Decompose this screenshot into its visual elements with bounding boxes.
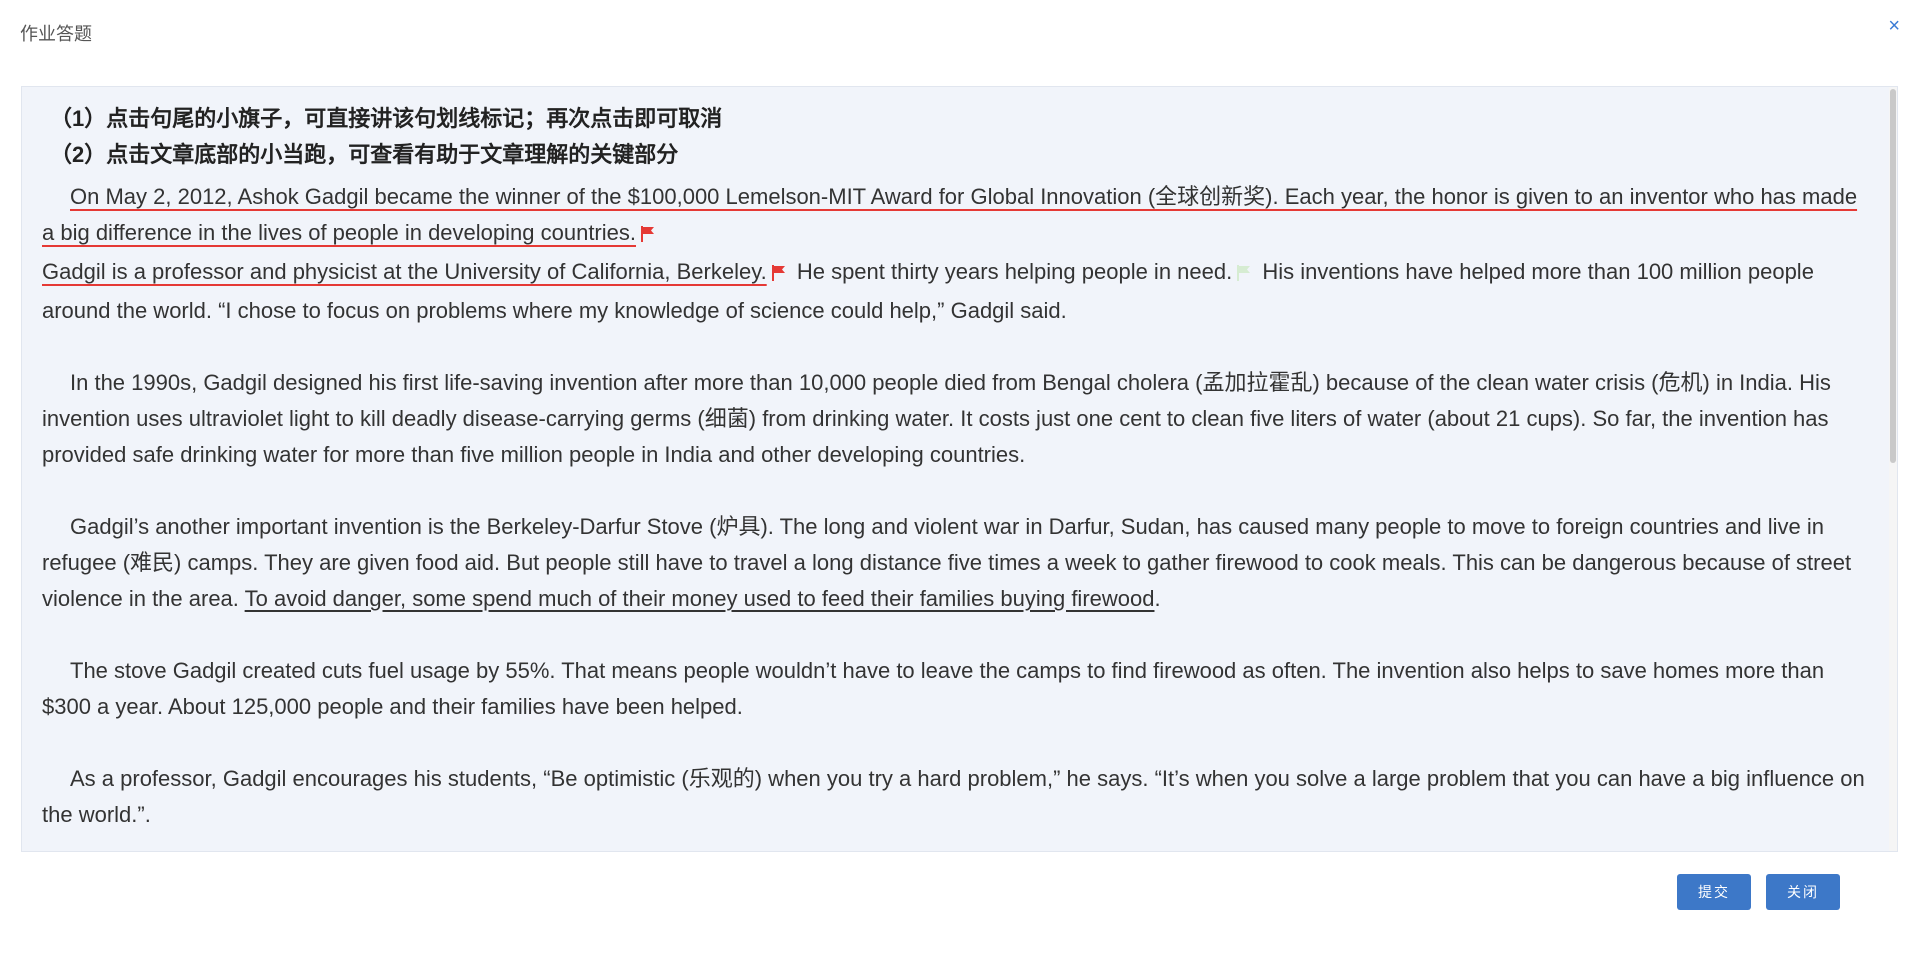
paragraph-2: In the 1990s, Gadgil designed his first …	[42, 370, 1831, 467]
submit-button[interactable]: 提交	[1677, 874, 1751, 910]
green-flag-icon[interactable]	[1236, 257, 1252, 293]
sentence-marked[interactable]: Gadgil is a professor and physicist at t…	[42, 259, 767, 284]
close-button[interactable]: 关闭	[1766, 874, 1840, 910]
paragraph-3: Gadgil’s another important invention is …	[42, 514, 1852, 611]
scrollbar[interactable]	[1889, 87, 1897, 851]
instruction-1: （1）点击句尾的小旗子，可直接讲该句划线标记；再次点击即可取消	[50, 106, 723, 131]
article-panel[interactable]: （1）点击句尾的小旗子，可直接讲该句划线标记；再次点击即可取消 （2）点击文章底…	[21, 86, 1898, 852]
paragraph-5: As a professor, Gadgil encourages his st…	[42, 766, 1865, 827]
red-flag-icon[interactable]	[771, 257, 787, 293]
sentence[interactable]: He spent thirty years helping people in …	[797, 259, 1232, 284]
close-icon[interactable]: ×	[1888, 16, 1900, 36]
sentence-marked[interactable]: On May 2, 2012, Ashok Gadgil became the …	[42, 184, 1857, 245]
instruction-2: （2）点击文章底部的小当跑，可查看有助于文章理解的关键部分	[50, 142, 679, 167]
scrollbar-thumb[interactable]	[1890, 89, 1896, 463]
article-text: On May 2, 2012, Ashok Gadgil became the …	[42, 179, 1872, 851]
key-sentence: To avoid danger, some spend much of thei…	[244, 586, 1155, 611]
red-flag-icon[interactable]	[640, 218, 656, 254]
paragraph-1: On May 2, 2012, Ashok Gadgil became the …	[42, 179, 1872, 329]
paragraph-4: The stove Gadgil created cuts fuel usage…	[42, 658, 1825, 719]
dialog-title: 作业答题	[20, 24, 92, 44]
